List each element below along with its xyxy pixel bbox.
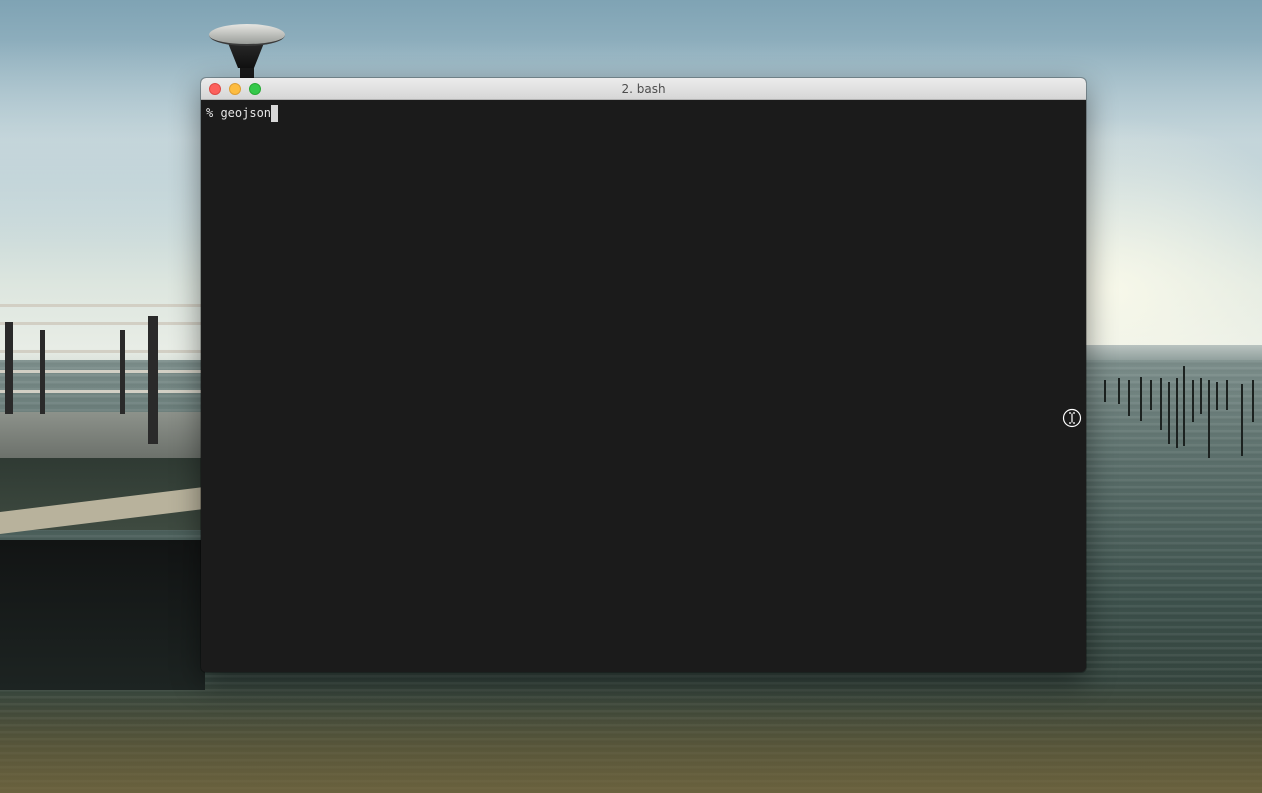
pier-shadow: [0, 540, 205, 690]
water-stake: [1192, 380, 1194, 422]
shallow-water: [0, 680, 1262, 793]
pier-rail: [0, 350, 205, 353]
pier-post: [120, 330, 125, 414]
water-stake: [1183, 366, 1185, 446]
water-stake: [1176, 378, 1178, 448]
water-stake: [1216, 382, 1218, 410]
water-stake: [1160, 378, 1162, 430]
pier-post: [5, 322, 13, 414]
shell-prompt: %: [206, 106, 221, 120]
terminal-content[interactable]: % geojson: [201, 100, 1086, 672]
water-stake: [1104, 380, 1106, 402]
pier-rail: [0, 390, 205, 393]
command-line[interactable]: % geojson: [206, 105, 279, 122]
water-stake: [1118, 378, 1120, 404]
pier-rail: [0, 370, 205, 373]
water-stake: [1208, 380, 1210, 458]
water-stake: [1140, 377, 1142, 421]
water-stake: [1150, 380, 1152, 410]
water-stake: [1200, 378, 1202, 414]
pier-post: [40, 330, 45, 414]
water-stake: [1226, 380, 1228, 410]
ibeam-cursor-icon: [1062, 408, 1082, 428]
pier-post: [148, 316, 158, 444]
pier-rail: [0, 322, 205, 325]
typed-command: geojson: [220, 106, 272, 120]
text-cursor: [271, 105, 279, 122]
water-stake: [1241, 384, 1243, 456]
window-title: 2. bash: [621, 82, 666, 96]
water-stake: [1252, 380, 1254, 422]
water-stake: [1128, 380, 1130, 416]
lamp-head: [209, 24, 285, 46]
pier-deck: [0, 412, 205, 458]
water-stake: [1168, 382, 1170, 444]
terminal-window[interactable]: 2. bash % geojson: [201, 78, 1086, 672]
title-bar[interactable]: 2. bash: [201, 78, 1086, 100]
pier-rail: [0, 304, 205, 307]
